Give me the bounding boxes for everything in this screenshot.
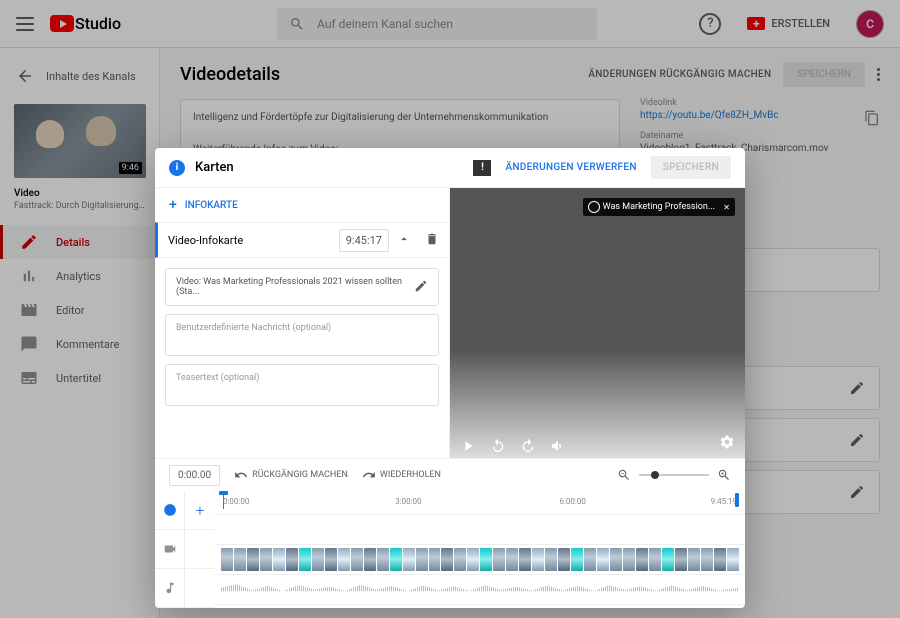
custom-message-input[interactable]: Benutzerdefinierte Nachricht (optional): [165, 314, 439, 356]
modal-header: i Karten ÄNDERUNGEN VERWERFEN SPEICHERN: [155, 148, 745, 188]
plus-icon: +: [169, 197, 177, 213]
video-preview[interactable]: Was Marketing Profession...: [450, 188, 745, 458]
redo-icon: [362, 468, 376, 482]
card-type-label: Video-Infokarte: [168, 234, 243, 247]
teaser-text-input[interactable]: Teasertext (optional): [165, 364, 439, 406]
play-icon[interactable]: [460, 438, 476, 454]
delete-card-button[interactable]: [425, 232, 439, 249]
audio-track-button[interactable]: [155, 569, 184, 608]
video-track-button[interactable]: [155, 530, 184, 569]
forward-icon[interactable]: [520, 438, 536, 454]
modal-discard-button[interactable]: ÄNDERUNGEN VERWERFEN: [505, 162, 636, 173]
timeline-add-rail: +: [185, 491, 215, 608]
zoom-in-icon[interactable]: [717, 468, 731, 482]
volume-icon[interactable]: [550, 438, 566, 454]
player-controls: [460, 438, 566, 454]
rewind-icon[interactable]: [490, 438, 506, 454]
settings-icon[interactable]: [719, 434, 735, 454]
undo-icon: [234, 468, 248, 482]
zoom-slider[interactable]: [639, 474, 709, 476]
card-preview-pill[interactable]: Was Marketing Profession...: [583, 198, 735, 216]
card-track[interactable]: [215, 515, 745, 545]
undo-button[interactable]: RÜCKGÄNGIG MACHEN: [234, 468, 348, 482]
feedback-icon[interactable]: [473, 160, 491, 176]
timeline-track-rail: [155, 491, 185, 608]
edit-linked-video-button[interactable]: [414, 279, 428, 296]
linked-video-field[interactable]: Video: Was Marketing Professionals 2021 …: [165, 268, 439, 306]
card-time-input[interactable]: 9:45:17: [339, 229, 389, 252]
timeline: 0:00.00 RÜCKGÄNGIG MACHEN WIEDERHOLEN +: [155, 458, 745, 608]
add-card-to-timeline[interactable]: +: [185, 491, 215, 530]
modal-title: Karten: [195, 160, 234, 175]
video-frames-track[interactable]: [215, 545, 745, 575]
card-marker[interactable]: [735, 493, 739, 507]
zoom-out-icon[interactable]: [617, 468, 631, 482]
audio-waveform-track[interactable]: [215, 575, 745, 605]
info-icon: i: [169, 160, 185, 176]
add-infocard-button[interactable]: + INFOKARTE: [155, 188, 449, 222]
card-row[interactable]: Video-Infokarte 9:45:17: [155, 222, 449, 258]
timeline-tracks[interactable]: 0:00:00 3:00:00 6:00:00 9:45:19: [215, 491, 745, 608]
cards-modal: i Karten ÄNDERUNGEN VERWERFEN SPEICHERN …: [155, 148, 745, 608]
redo-button[interactable]: WIEDERHOLEN: [362, 468, 441, 482]
timeline-ruler[interactable]: 0:00:00 3:00:00 6:00:00 9:45:19: [215, 491, 745, 515]
card-editor-panel: + INFOKARTE Video-Infokarte 9:45:17 Vide…: [155, 188, 450, 458]
current-time-input[interactable]: 0:00.00: [169, 465, 220, 486]
modal-save-button[interactable]: SPEICHERN: [651, 156, 731, 179]
chevron-up-icon[interactable]: [397, 232, 411, 249]
info-track-button[interactable]: [155, 491, 184, 530]
